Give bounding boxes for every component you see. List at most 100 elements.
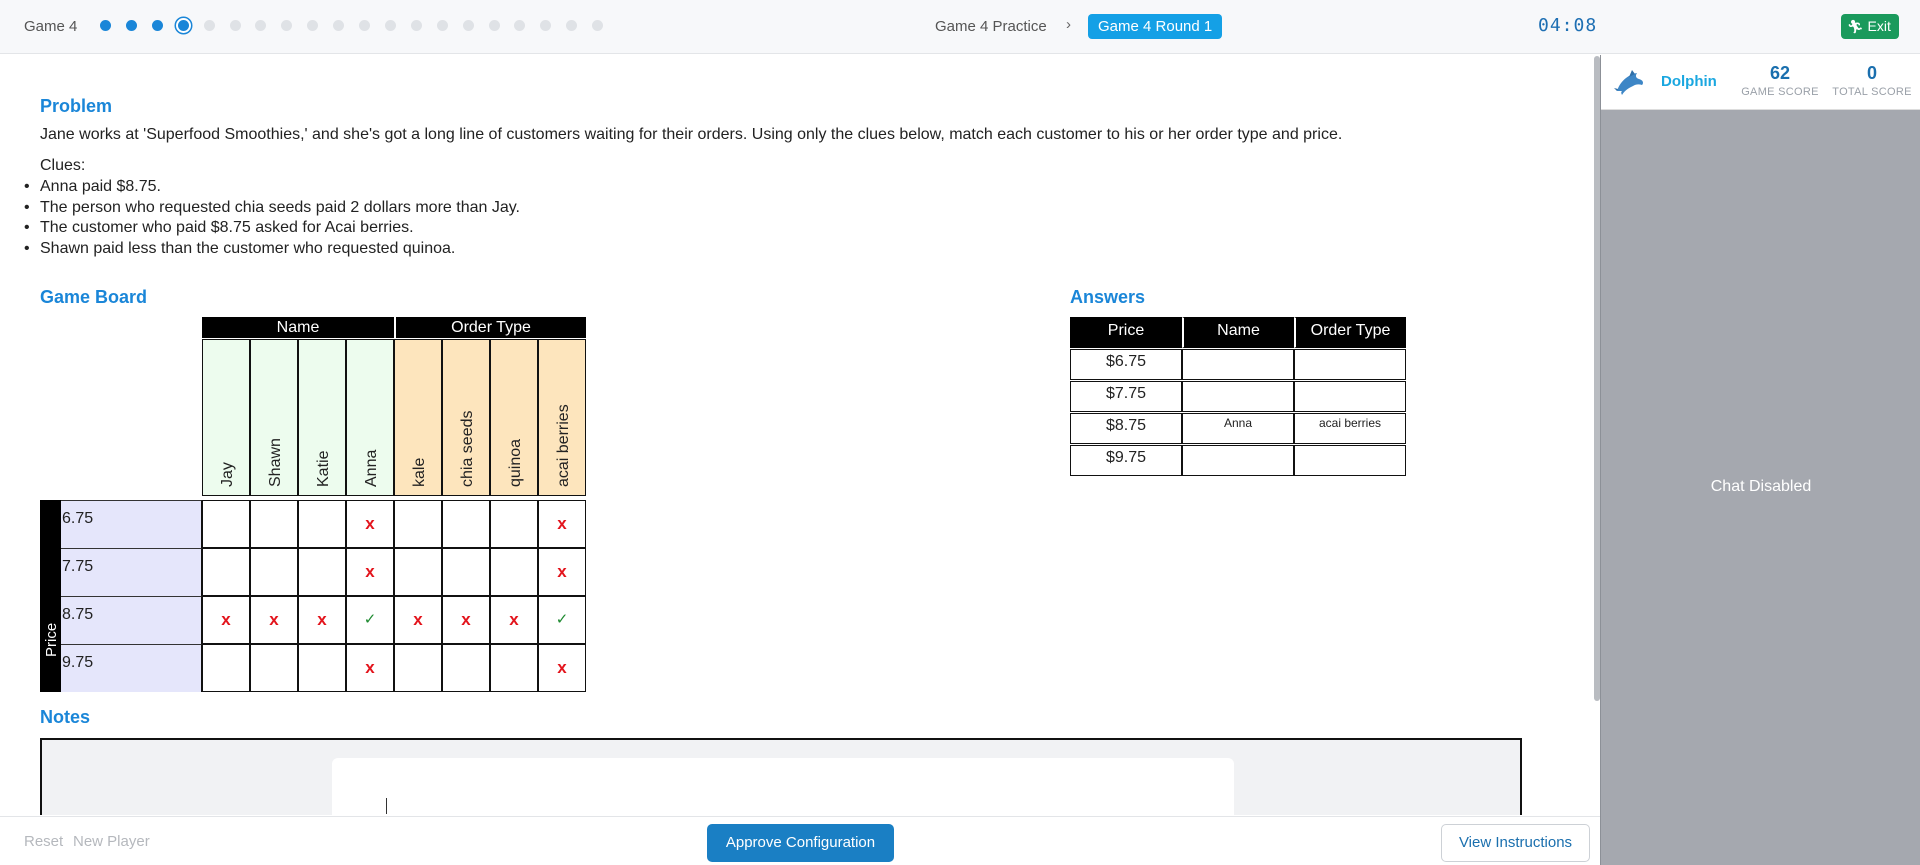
checkmark-icon: ✓ — [555, 611, 569, 628]
answer-order-cell[interactable] — [1294, 349, 1406, 380]
game-score: 62 GAME SCORE — [1737, 63, 1823, 98]
column-header: Jay — [202, 339, 250, 496]
x-mark-icon: x — [365, 562, 375, 581]
grid-cell[interactable] — [298, 500, 346, 548]
grid-cell[interactable]: x — [442, 596, 490, 644]
grid-cell[interactable] — [202, 548, 250, 596]
answer-order-cell[interactable] — [1294, 445, 1406, 476]
answer-name-cell[interactable]: Anna — [1182, 413, 1294, 444]
column-header: Anna — [346, 339, 394, 496]
grid-cell[interactable] — [298, 644, 346, 692]
new-player-link[interactable]: New Player — [73, 833, 150, 850]
grid-cell[interactable] — [490, 548, 538, 596]
grid-cell[interactable] — [394, 548, 442, 596]
game-score-value: 62 — [1769, 63, 1791, 83]
chevron-right-icon: › — [1066, 16, 1071, 33]
grid-cell[interactable]: x — [346, 500, 394, 548]
notes-editor[interactable] — [332, 758, 1234, 815]
grid-cell[interactable] — [394, 500, 442, 548]
column-header: kale — [394, 339, 442, 496]
x-mark-icon: x — [317, 610, 327, 629]
total-score-value: 0 — [1866, 63, 1877, 83]
approve-configuration-button[interactable]: Approve Configuration — [707, 824, 894, 862]
grid-cell[interactable] — [490, 644, 538, 692]
column-header: chia seeds — [442, 339, 490, 496]
x-mark-icon: x — [365, 658, 375, 677]
row-header: 6.75 — [61, 500, 202, 548]
grid-cell[interactable]: x — [490, 596, 538, 644]
answer-order-cell[interactable]: acai berries — [1294, 413, 1406, 444]
chat-status: Chat Disabled — [1710, 478, 1812, 495]
grid-cell[interactable] — [202, 644, 250, 692]
progress-dot — [488, 20, 500, 31]
answer-name-cell[interactable] — [1182, 445, 1294, 476]
answer-price-cell: $8.75 — [1070, 413, 1182, 444]
grid-cell[interactable] — [394, 644, 442, 692]
grid-cell[interactable] — [202, 500, 250, 548]
answer-order-cell[interactable] — [1294, 381, 1406, 412]
progress-dot — [333, 20, 345, 31]
column-header-label: Shawn — [267, 438, 284, 487]
progress-dot — [229, 20, 241, 31]
answer-price-cell: $6.75 — [1070, 349, 1182, 380]
progress-dot — [100, 20, 111, 31]
progress-dot — [462, 20, 474, 31]
x-mark-icon: x — [557, 658, 567, 677]
problem-text: Jane works at 'Superfood Smoothies,' and… — [40, 126, 1343, 143]
grid-cell[interactable] — [442, 500, 490, 548]
progress-dot — [177, 20, 189, 31]
grid-cell[interactable] — [490, 500, 538, 548]
grid-cell[interactable]: x — [538, 548, 586, 596]
grid-cell[interactable] — [298, 548, 346, 596]
grid-cell[interactable] — [442, 644, 490, 692]
grid-cell[interactable] — [442, 548, 490, 596]
column-header-label: Anna — [363, 449, 380, 487]
answer-price-cell: $9.75 — [1070, 445, 1182, 476]
progress-dot — [125, 20, 137, 31]
clue-item: The person who requested chia seeds paid… — [24, 198, 520, 219]
x-mark-icon: x — [413, 610, 423, 629]
progress-dot — [592, 20, 604, 31]
row-header: 8.75 — [61, 596, 202, 644]
x-mark-icon: x — [509, 610, 519, 629]
main-content: Problem Jane works at 'Superfood Smoothi… — [0, 55, 1600, 815]
running-person-icon: 🏃︎ — [1847, 19, 1864, 34]
grid-cell[interactable]: x — [538, 644, 586, 692]
footer-bar: Reset New Player Approve Configuration V… — [0, 816, 1600, 865]
grid-cell[interactable] — [250, 548, 298, 596]
column-header: Shawn — [250, 339, 298, 496]
grid-cell[interactable]: x — [346, 548, 394, 596]
total-score: 0 TOTAL SCORE — [1827, 63, 1917, 98]
view-instructions-button[interactable]: View Instructions — [1441, 824, 1590, 862]
grid-cell[interactable]: x — [346, 644, 394, 692]
grid-cell[interactable]: x — [538, 500, 586, 548]
problem-heading: Problem — [40, 96, 113, 116]
answer-name-cell[interactable] — [1182, 349, 1294, 380]
column-header: quinoa — [490, 339, 538, 496]
grid-cell[interactable] — [250, 644, 298, 692]
grid-cell[interactable]: x — [250, 596, 298, 644]
game-score-label: GAME SCORE — [1741, 86, 1819, 98]
x-mark-icon: x — [557, 514, 567, 533]
grid-cell[interactable]: x — [298, 596, 346, 644]
column-header-label: quinoa — [507, 438, 524, 487]
progress-dot — [307, 20, 319, 31]
grid-cell[interactable]: x — [394, 596, 442, 644]
grid-cell[interactable]: ✓ — [346, 596, 394, 644]
text-caret — [386, 798, 387, 814]
breadcrumb-parent[interactable]: Game 4 Practice — [935, 18, 1047, 35]
grid-cell[interactable] — [250, 500, 298, 548]
progress-dot — [436, 20, 448, 31]
grid-cell[interactable]: ✓ — [538, 596, 586, 644]
progress-dot — [255, 20, 267, 31]
answer-name-cell[interactable] — [1182, 381, 1294, 412]
column-header-label: Jay — [219, 462, 236, 487]
progress-dot — [410, 20, 422, 31]
reset-link[interactable]: Reset — [24, 833, 63, 850]
column-header-label: kale — [411, 457, 428, 487]
clues-title: Clues: — [40, 157, 86, 174]
column-header-label: acai berries — [555, 404, 572, 487]
exit-button[interactable]: 🏃︎ Exit — [1841, 14, 1899, 39]
x-mark-icon: x — [365, 514, 375, 533]
grid-cell[interactable]: x — [202, 596, 250, 644]
